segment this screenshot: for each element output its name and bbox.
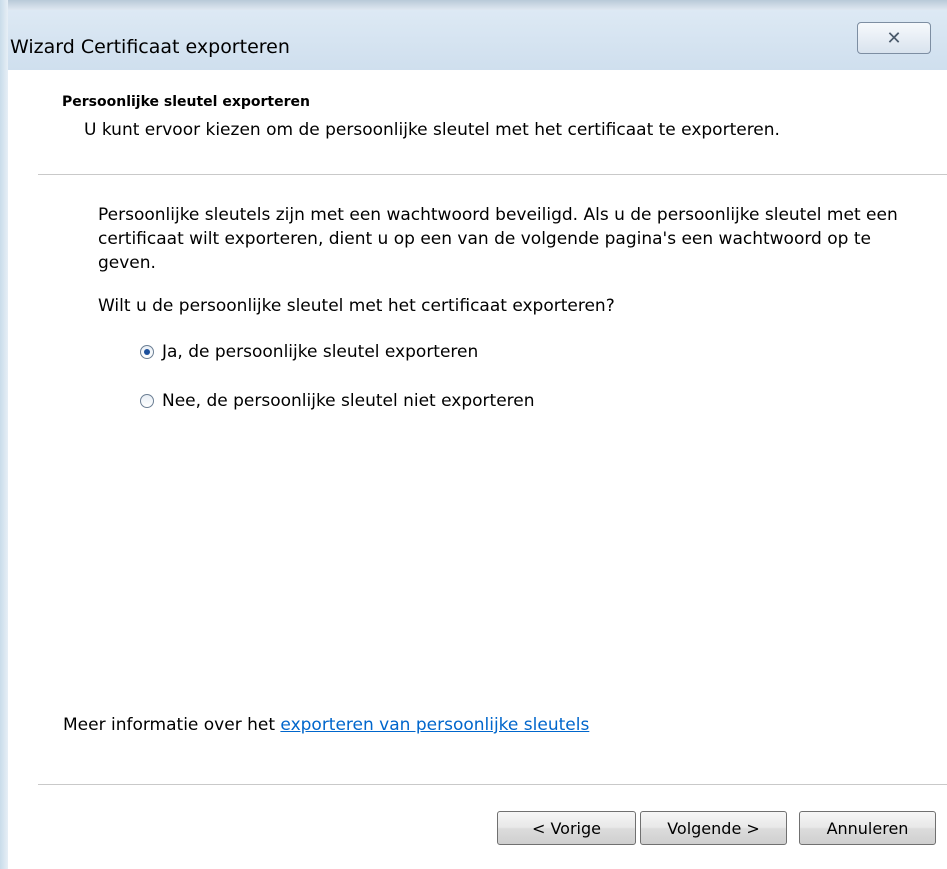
- window-frame-left: [0, 0, 8, 869]
- wizard-content: Persoonlijke sleutel exporteren U kunt e…: [8, 70, 947, 869]
- close-icon: ✕: [886, 27, 902, 49]
- radio-label-no[interactable]: Nee, de persoonlijke sleutel niet export…: [162, 391, 535, 411]
- more-info-line: Meer informatie over het exporteren van …: [63, 715, 589, 735]
- header-divider: [38, 174, 947, 176]
- radio-option-yes[interactable]: Ja, de persoonlijke sleutel exporteren: [140, 342, 478, 362]
- description-text: Persoonlijke sleutels zijn met een wacht…: [98, 205, 898, 273]
- footer-divider: [38, 784, 947, 786]
- question-text: Wilt u de persoonlijke sleutel met het c…: [98, 296, 615, 316]
- close-button[interactable]: ✕: [857, 22, 931, 54]
- window-frame-top: [0, 0, 947, 10]
- page-subtitle: U kunt ervoor kiezen om de persoonlijke …: [84, 120, 780, 140]
- next-button[interactable]: Volgende >: [640, 811, 787, 845]
- radio-option-no[interactable]: Nee, de persoonlijke sleutel niet export…: [140, 391, 535, 411]
- title-bar[interactable]: Wizard Certificaat exporteren ✕: [0, 10, 947, 70]
- page-title: Persoonlijke sleutel exporteren: [62, 94, 310, 110]
- more-info-prefix: Meer informatie over het: [63, 715, 281, 735]
- more-info-link[interactable]: exporteren van persoonlijke sleutels: [280, 715, 589, 735]
- back-button[interactable]: < Vorige: [497, 811, 636, 845]
- cancel-button[interactable]: Annuleren: [799, 811, 936, 845]
- radio-button-selected[interactable]: [140, 345, 154, 359]
- radio-button-unselected[interactable]: [140, 394, 154, 408]
- window-title: Wizard Certificaat exporteren: [10, 36, 290, 58]
- radio-label-yes[interactable]: Ja, de persoonlijke sleutel exporteren: [162, 342, 478, 362]
